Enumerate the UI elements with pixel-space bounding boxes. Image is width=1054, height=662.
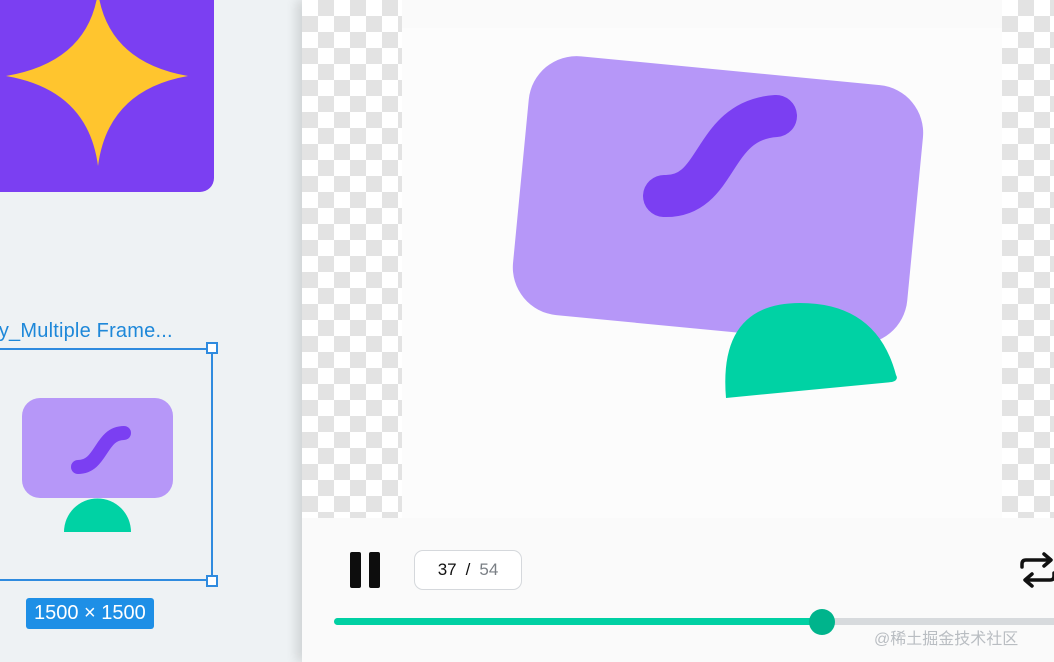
total-frames-value: 54	[479, 560, 499, 579]
pause-button[interactable]	[350, 552, 382, 588]
current-frame-value: 37	[437, 560, 457, 579]
star-frame-thumbnail[interactable]	[0, 0, 214, 192]
frame-counter[interactable]: 37 / 54	[414, 550, 522, 590]
progress-fill	[334, 618, 822, 625]
frame-separator: /	[465, 560, 471, 579]
sparkle-star-icon	[6, 0, 188, 166]
dimension-badge: 1500 × 1500	[26, 598, 154, 629]
pause-icon-bar-right	[369, 552, 380, 588]
design-canvas[interactable]: ry_Multiple Frame... 1500 × 1500	[0, 0, 302, 662]
progress-scrubber-handle[interactable]	[809, 609, 835, 635]
transparency-checker-right	[1002, 0, 1054, 518]
watermark: @稀土掘金技术社区	[874, 631, 1019, 648]
transparency-checker-left	[302, 0, 402, 518]
resize-handle-top-right[interactable]	[206, 342, 218, 354]
monitor-screen	[512, 56, 924, 345]
pause-icon-bar-left	[350, 552, 361, 588]
thumb-monitor-stand	[64, 498, 131, 532]
frame-name-label[interactable]: ry_Multiple Frame...	[0, 320, 173, 343]
monitor-illustration-preview	[512, 56, 924, 398]
monitor-illustration-thumbnail	[22, 398, 173, 532]
loop-icon[interactable]	[1018, 550, 1054, 590]
animation-preview-panel: 37 / 54	[302, 0, 1054, 662]
resize-handle-bottom-right[interactable]	[206, 575, 218, 587]
